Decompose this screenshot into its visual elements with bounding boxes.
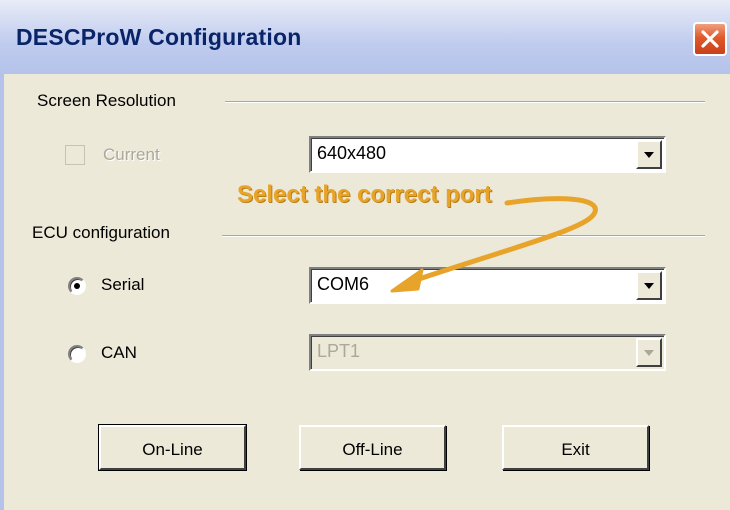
annotation-arrow bbox=[390, 196, 598, 293]
